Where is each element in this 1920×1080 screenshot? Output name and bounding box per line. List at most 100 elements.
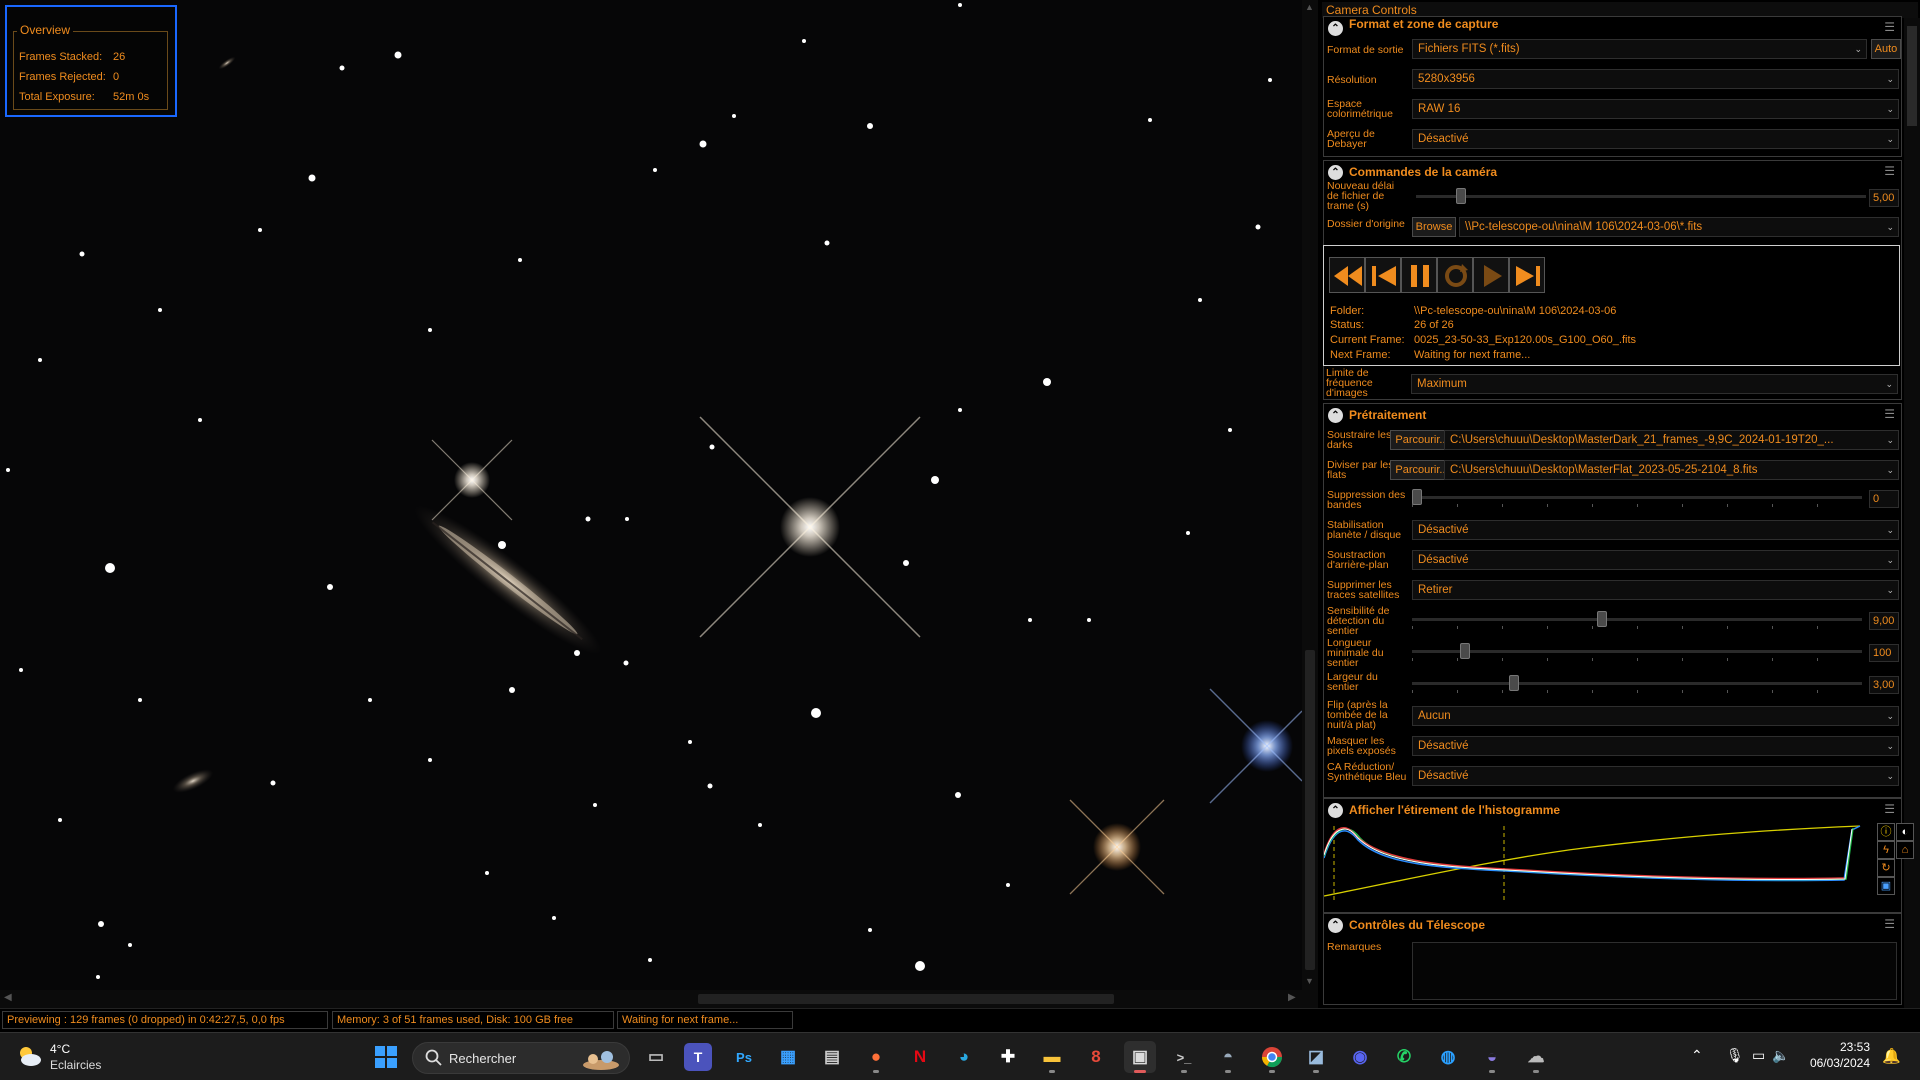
plus-app-button[interactable]: ✚ [992,1041,1024,1073]
output-format-select[interactable]: Fichiers FITS (*.fits) ⌄ [1412,39,1867,59]
refresh-button[interactable] [1437,257,1473,293]
weather-app-button[interactable]: ☁ [1520,1041,1552,1073]
slider-knob[interactable] [1508,675,1519,691]
scroll-up-icon[interactable]: ▲ [1305,2,1314,12]
vertical-scroll-thumb[interactable] [1305,650,1315,970]
store-button[interactable]: ▦ [772,1041,804,1073]
lock-icon[interactable]: ⌂ [1896,841,1914,859]
calculator-button[interactable]: ▤ [816,1041,848,1073]
taskbar-search[interactable]: Rechercher [412,1042,630,1074]
banding-slider[interactable] [1412,488,1862,508]
slider-knob[interactable] [1460,643,1471,659]
menu-icon[interactable]: ☰ [1884,20,1895,34]
vertical-scrollbar[interactable]: ▲ ▼ [1302,0,1318,1008]
horizontal-scrollbar[interactable]: ◀ ▶ [0,990,1302,1008]
section-header[interactable]: ⌃ Afficher l'étirement de l'histogramme … [1324,799,1901,821]
skip-end-button[interactable] [1509,257,1545,293]
task-view-button[interactable]: ▭ [640,1041,672,1073]
auto-button[interactable]: Auto [1871,39,1901,59]
terminal-button[interactable]: >_ [1168,1041,1200,1073]
slider-knob[interactable] [1412,489,1422,505]
telescope-app-button[interactable]: ◪ [1300,1041,1332,1073]
colorspace-select[interactable]: RAW 16 ⌄ [1412,99,1899,119]
volume-icon[interactable]: 🔈 [1772,1047,1789,1064]
section-header[interactable]: ⌃ Commandes de la caméra ☰ [1324,161,1901,183]
source-folder-select[interactable]: \\Pc-telescope-ou\nina\M 106\2024-03-06\… [1459,217,1899,237]
start-button[interactable] [370,1041,402,1073]
lightning-icon[interactable]: ϟ [1877,841,1895,859]
satellite-select[interactable]: Retirer ⌄ [1412,580,1899,600]
firefox-button[interactable]: ● [860,1041,892,1073]
menu-icon[interactable]: ☰ [1884,164,1895,178]
browse-button[interactable]: Browse [1412,217,1456,237]
play-button[interactable] [1473,257,1509,293]
image-viewer[interactable]: Overview Frames Stacked: 26 Frames Rejec… [0,0,1302,1008]
sensitivity-value[interactable]: 9,00 [1869,612,1899,630]
skip-start-button[interactable] [1365,257,1401,293]
sharpcap-button[interactable]: ▣ [1124,1041,1156,1073]
collapse-icon[interactable]: ⌃ [1328,165,1343,180]
notes-textarea[interactable] [1412,942,1897,1000]
astro-app-button[interactable]: ◓ [1212,1041,1244,1073]
chrome-button[interactable] [1256,1041,1288,1073]
sensitivity-slider[interactable] [1412,610,1862,630]
save-icon[interactable]: ▣ [1877,877,1895,895]
pause-button[interactable] [1401,257,1437,293]
astro-image[interactable] [0,0,1302,990]
framerate-select[interactable]: Maximum ⌄ [1411,374,1898,394]
rewind-button[interactable] [1329,257,1365,293]
resolution-select[interactable]: 5280x3956 ⌄ [1412,69,1899,89]
network-icon[interactable]: ▭ [1752,1047,1765,1064]
section-header[interactable]: ⌃ Format et zone de capture ☰ [1324,17,1901,39]
weather-widget[interactable]: 4°C Eclaircies [16,1041,126,1075]
horizontal-scroll-thumb[interactable] [698,994,1114,1004]
flip-select[interactable]: Aucun ⌄ [1412,706,1899,726]
darks-file-select[interactable]: C:\Users\chuuu\Desktop\MasterDark_21_fra… [1444,430,1899,450]
photoshop-button[interactable]: Ps [728,1041,760,1073]
app-8-button[interactable]: 8 [1080,1041,1112,1073]
collapse-icon[interactable]: ⌃ [1328,803,1343,818]
menu-icon[interactable]: ☰ [1884,802,1895,816]
banding-value[interactable]: 0 [1869,490,1899,508]
menu-icon[interactable]: ☰ [1884,917,1895,931]
section-header[interactable]: ⌃ Prétraitement ☰ [1324,404,1901,426]
panel-scroll-thumb[interactable] [1907,26,1917,126]
discord-button[interactable]: ◉ [1344,1041,1376,1073]
frame-delay-value[interactable]: 5,00 [1869,189,1899,207]
collapse-icon[interactable]: ⌃ [1328,21,1343,36]
whatsapp-button[interactable]: ✆ [1388,1041,1420,1073]
collapse-icon[interactable]: ⌃ [1328,918,1343,933]
tray-expand-icon[interactable]: ⌃ [1691,1047,1703,1064]
edge-button[interactable]: ◕ [948,1041,980,1073]
messenger-button[interactable]: ◍ [1432,1041,1464,1073]
width-slider[interactable] [1412,674,1862,694]
info-icon[interactable]: ⓘ [1877,823,1895,841]
collapse-icon[interactable]: ⌃ [1328,408,1343,423]
histogram-plot[interactable] [1324,820,1864,900]
taskbar-clock[interactable]: 23:53 06/03/2024 [1800,1039,1870,1071]
file-explorer-button[interactable]: ▬ [1036,1041,1068,1073]
netflix-button[interactable]: N [904,1041,936,1073]
minlength-value[interactable]: 100 [1869,644,1899,662]
ca-select[interactable]: Désactivé ⌄ [1412,766,1899,786]
scroll-right-icon[interactable]: ▶ [1288,992,1296,1003]
stellarium-button[interactable]: ◒ [1476,1041,1508,1073]
minlength-slider[interactable] [1412,642,1862,662]
reset-icon[interactable]: ↻ [1877,859,1895,877]
section-header[interactable]: ⌃ Contrôles du Télescope ☰ [1324,914,1901,936]
scroll-down-icon[interactable]: ▼ [1305,976,1314,986]
background-select[interactable]: Désactivé ⌄ [1412,550,1899,570]
mask-select[interactable]: Désactivé ⌄ [1412,736,1899,756]
scroll-left-icon[interactable]: ◀ [4,992,12,1003]
notification-bell-icon[interactable]: 🔔 [1882,1047,1901,1065]
frame-delay-slider[interactable] [1416,187,1866,207]
menu-icon[interactable]: ☰ [1884,407,1895,421]
contrast-icon[interactable]: ◐ [1896,823,1914,841]
stabilization-select[interactable]: Désactivé ⌄ [1412,520,1899,540]
slider-knob[interactable] [1596,611,1607,627]
width-value[interactable]: 3,00 [1869,676,1899,694]
slider-knob[interactable] [1455,188,1466,204]
flats-file-select[interactable]: C:\Users\chuuu\Desktop\MasterFlat_2023-0… [1444,460,1899,480]
microphone-icon[interactable]: 🎙 [1726,1047,1744,1064]
teams-button[interactable]: T [684,1043,712,1071]
